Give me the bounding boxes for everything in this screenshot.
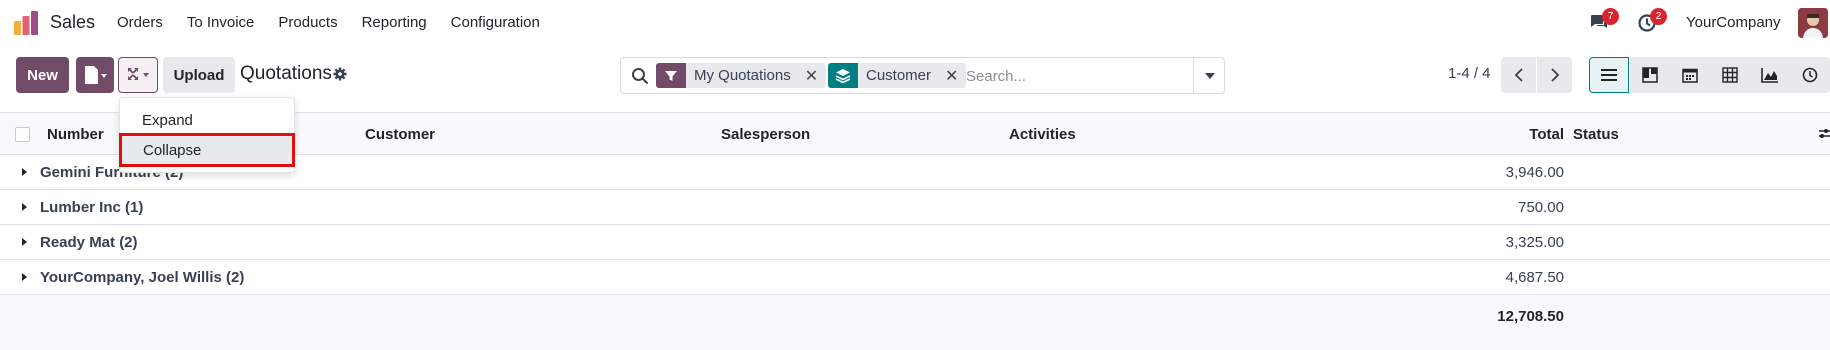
column-total[interactable]: Total [1529, 126, 1564, 143]
main-menu: Orders To Invoice Products Reporting Con… [117, 14, 564, 31]
group-name: YourCompany, Joel Willis (2) [40, 269, 245, 286]
upload-button[interactable]: Upload [163, 57, 235, 93]
gear-icon[interactable] [333, 67, 347, 81]
group-total: 4,687.50 [1505, 269, 1564, 286]
activities-button[interactable]: 2 [1637, 8, 1667, 33]
group-name: Lumber Inc (1) [40, 199, 144, 216]
caret-down-icon [1204, 72, 1215, 79]
filter-icon [656, 63, 686, 88]
pager-previous-button[interactable] [1501, 57, 1536, 93]
caret-right-icon [22, 168, 27, 176]
sales-app-icon[interactable] [13, 10, 39, 36]
list-footer: 12,708.50 [0, 296, 1830, 350]
layers-icon [828, 63, 858, 88]
caret-right-icon [22, 203, 27, 211]
activity-view-button[interactable] [1790, 57, 1830, 93]
facet-my-quotations: My Quotations ✕ [656, 63, 827, 88]
kanban-icon [1642, 67, 1658, 83]
menu-to-invoice[interactable]: To Invoice [187, 14, 255, 31]
menu-orders[interactable]: Orders [117, 14, 163, 31]
messages-badge: 7 [1602, 8, 1619, 25]
list-icon [1601, 69, 1617, 81]
expand-arrows-icon [128, 68, 149, 80]
search-options-toggle[interactable] [1193, 58, 1225, 93]
activities-badge: 2 [1650, 8, 1667, 25]
search-input[interactable] [966, 66, 1176, 86]
column-salesperson[interactable]: Salesperson [721, 126, 810, 143]
column-options-icon[interactable] [1819, 128, 1830, 142]
menu-products[interactable]: Products [278, 14, 337, 31]
messages-button[interactable]: 7 [1589, 8, 1619, 33]
search-bar: My Quotations ✕ Customer ✕ [620, 57, 1225, 94]
table-icon [1722, 67, 1738, 83]
facet-label: My Quotations [694, 67, 791, 84]
clock-icon [1802, 67, 1818, 83]
group-row[interactable]: Ready Mat (2) 3,325.00 [0, 225, 1830, 260]
user-avatar-image [1798, 8, 1828, 38]
search-icon[interactable] [631, 67, 649, 85]
list-view-button[interactable] [1589, 57, 1629, 93]
group-total: 3,325.00 [1505, 234, 1564, 251]
kanban-view-button[interactable] [1630, 57, 1670, 93]
menu-reporting[interactable]: Reporting [362, 14, 427, 31]
group-row[interactable]: Lumber Inc (1) 750.00 [0, 190, 1830, 225]
caret-right-icon [22, 238, 27, 246]
group-total: 3,946.00 [1505, 164, 1564, 181]
expand-collapse-button[interactable] [118, 57, 158, 93]
new-button[interactable]: New [16, 57, 69, 93]
grand-total: 12,708.50 [1497, 308, 1564, 325]
facet-label: Customer [866, 67, 932, 84]
expand-collapse-dropdown: Expand Collapse [119, 97, 295, 173]
file-icon [85, 66, 107, 84]
column-activities[interactable]: Activities [1009, 126, 1076, 143]
column-customer[interactable]: Customer [365, 126, 435, 143]
user-avatar[interactable] [1798, 8, 1828, 38]
print-actions-button[interactable] [76, 57, 114, 93]
area-chart-icon [1761, 68, 1778, 83]
column-number[interactable]: Number [47, 126, 104, 143]
calendar-icon [1682, 68, 1698, 83]
caret-right-icon [22, 273, 27, 281]
close-icon[interactable]: ✕ [805, 66, 818, 86]
group-row[interactable]: YourCompany, Joel Willis (2) 4,687.50 [0, 260, 1830, 295]
graph-view-button[interactable] [1750, 57, 1790, 93]
facet-customer: Customer ✕ [828, 63, 967, 88]
select-all-checkbox[interactable] [15, 127, 30, 142]
expand-option[interactable]: Expand [120, 105, 294, 135]
pager-next-button[interactable] [1537, 57, 1572, 93]
menu-configuration[interactable]: Configuration [451, 14, 540, 31]
chevron-right-icon [1550, 68, 1559, 82]
app-name[interactable]: Sales [50, 12, 95, 33]
pivot-view-button[interactable] [1710, 57, 1750, 93]
calendar-view-button[interactable] [1670, 57, 1710, 93]
page-title: Quotations [240, 63, 332, 84]
top-navbar: Sales Orders To Invoice Products Reporti… [0, 0, 1830, 46]
close-icon[interactable]: ✕ [945, 66, 958, 86]
collapse-option[interactable]: Collapse [119, 133, 295, 167]
pager-value[interactable]: 1-4 / 4 [1448, 65, 1491, 82]
group-name: Ready Mat (2) [40, 234, 138, 251]
group-total: 750.00 [1518, 199, 1564, 216]
company-switcher[interactable]: YourCompany [1686, 14, 1781, 31]
column-status[interactable]: Status [1573, 126, 1619, 143]
chevron-left-icon [1514, 68, 1523, 82]
